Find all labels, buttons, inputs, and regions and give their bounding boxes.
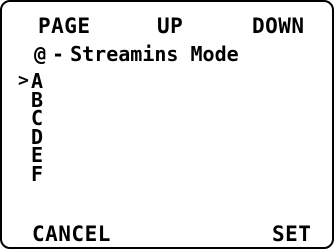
option-item-f[interactable]: F <box>18 161 44 186</box>
option-label: F <box>31 161 44 186</box>
down-softkey[interactable]: DOWN <box>252 14 305 38</box>
set-softkey[interactable]: SET <box>272 222 311 246</box>
title-separator: - <box>52 42 65 66</box>
lcd-screen: PAGE UP DOWN @ - Streamins Mode > A B C D E… <box>0 0 334 249</box>
screen-title: Streamins Mode <box>70 42 239 66</box>
screen-index: @ <box>34 42 47 66</box>
selection-cursor: > <box>18 70 29 91</box>
up-softkey[interactable]: UP <box>157 14 183 38</box>
screen-title-row: @ - Streamins Mode <box>34 42 239 66</box>
cancel-softkey[interactable]: CANCEL <box>32 222 111 246</box>
option-list: > A B C D E F <box>18 70 44 186</box>
page-softkey[interactable]: PAGE <box>38 14 91 38</box>
